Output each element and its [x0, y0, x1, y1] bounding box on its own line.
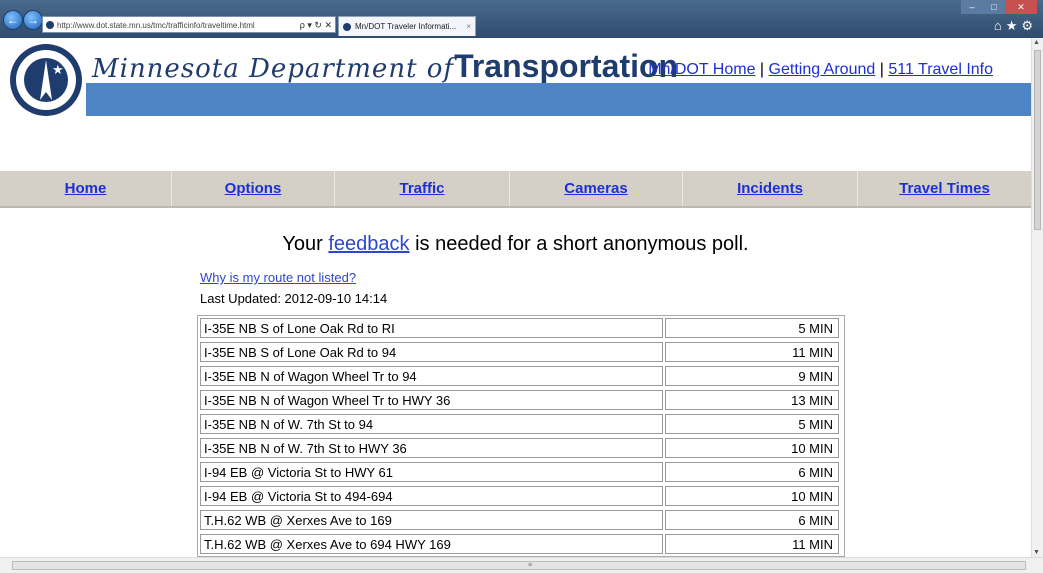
brand-script-text: Minnesota Department of — [92, 54, 455, 84]
address-url: http://www.dot.state.mn.us/tmc/trafficin… — [57, 21, 255, 30]
address-controls[interactable]: ρ ▾ ↻ ✕ — [296, 17, 332, 32]
page-viewport: ★ Minnesota Department ofTransportation … — [0, 38, 1031, 557]
route-name: I-35E NB S of Lone Oak Rd to 94 — [200, 342, 663, 362]
forward-arrow-icon[interactable]: → — [24, 11, 42, 29]
link-511-travel-info[interactable]: 511 Travel Info — [888, 61, 993, 78]
browser-titlebar: ← → http://www.dot.state.mn.us/tmc/traff… — [0, 0, 1043, 38]
table-row: I-35E NB S of Lone Oak Rd to 94 11 MIN — [198, 340, 844, 363]
horizontal-scroll-thumb[interactable]: ≡ — [12, 561, 1026, 570]
maximize-icon[interactable]: □ — [983, 0, 1005, 14]
nav-link-travel-times[interactable]: Travel Times — [899, 180, 990, 197]
poll-prefix: Your — [282, 233, 323, 255]
vertical-scrollbar[interactable]: ▲ ▼ — [1031, 38, 1043, 557]
nav-item-cameras: Cameras — [510, 171, 683, 206]
poll-suffix: is needed for a short anonymous poll. — [415, 233, 749, 255]
settings-gear-icon[interactable]: ⚙ — [1021, 18, 1037, 33]
nav-link-cameras[interactable]: Cameras — [564, 180, 627, 197]
browser-tab[interactable]: Mn/DOT Traveler Informati... × — [338, 16, 476, 36]
main-nav: Home Options Traffic Cameras Incidents T… — [0, 171, 1031, 208]
table-row: I-94 EB @ Victoria St to HWY 61 6 MIN — [198, 460, 844, 483]
link-separator: | — [759, 61, 765, 78]
horizontal-scrollbar[interactable]: ≡ — [0, 557, 1043, 573]
why-route-link[interactable]: Why is my route not listed? — [200, 270, 356, 285]
nav-item-options: Options — [172, 171, 335, 206]
table-row: I-35E NB N of Wagon Wheel Tr to HWY 36 13… — [198, 388, 844, 411]
why-route-not-listed: Why is my route not listed? — [200, 270, 356, 285]
nav-item-incidents: Incidents — [683, 171, 858, 206]
nav-item-traffic: Traffic — [335, 171, 510, 206]
route-travel-time: 11 MIN — [665, 534, 839, 554]
browser-toolbar-icons: ⌂★⚙ — [994, 18, 1037, 34]
route-name: I-94 EB @ Victoria St to HWY 61 — [200, 462, 663, 482]
back-arrow-icon[interactable]: ← — [4, 11, 22, 29]
feedback-link[interactable]: feedback — [328, 233, 409, 255]
nav-item-home: Home — [0, 171, 172, 206]
route-travel-time: 10 MIN — [665, 486, 839, 506]
tab-title: Mn/DOT Traveler Informati... — [355, 22, 457, 31]
header-links: Mn/DOT Home | Getting Around | 511 Trave… — [648, 61, 993, 79]
link-getting-around[interactable]: Getting Around — [769, 61, 876, 78]
route-name: I-35E NB S of Lone Oak Rd to RI — [200, 318, 663, 338]
table-row: I-35E NB S of Lone Oak Rd to RI 5 MIN — [198, 316, 844, 339]
travel-times-table: I-35E NB S of Lone Oak Rd to RI 5 MIN I-35… — [197, 315, 845, 557]
poll-banner: Your feedback is needed for a short anon… — [0, 233, 1031, 256]
brand-bold-text: Transportation — [454, 48, 679, 84]
route-travel-time: 5 MIN — [665, 414, 839, 434]
table-row: I-35E NB N of Wagon Wheel Tr to 94 9 MIN — [198, 364, 844, 387]
link-separator: | — [879, 61, 884, 78]
route-travel-time: 6 MIN — [665, 510, 839, 530]
vertical-scroll-thumb[interactable] — [1034, 50, 1041, 230]
route-name: I-94 EB @ Victoria St to 494-694 — [200, 486, 663, 506]
header-blue-bar — [86, 83, 1031, 116]
route-name: I-35E NB N of Wagon Wheel Tr to HWY 36 — [200, 390, 663, 410]
mndot-logo: ★ — [10, 44, 82, 116]
home-icon[interactable]: ⌂ — [994, 18, 1006, 33]
last-updated: Last Updated: 2012-09-10 14:14 — [200, 291, 388, 306]
site-globe-icon — [46, 21, 54, 29]
address-bar[interactable]: http://www.dot.state.mn.us/tmc/trafficin… — [42, 16, 336, 33]
table-row: I-35E NB N of W. 7th St to 94 5 MIN — [198, 412, 844, 435]
route-name: T.H.62 WB @ Xerxes Ave to 694 HWY 169 — [200, 534, 663, 554]
route-travel-time: 13 MIN — [665, 390, 839, 410]
scroll-down-arrow-icon[interactable]: ▼ — [1033, 549, 1040, 556]
nav-link-home[interactable]: Home — [65, 180, 107, 197]
favorites-star-icon[interactable]: ★ — [1006, 18, 1022, 33]
route-name: I-35E NB N of Wagon Wheel Tr to 94 — [200, 366, 663, 386]
table-row: T.H.62 WB @ Xerxes Ave to 169 6 MIN — [198, 508, 844, 531]
table-row: I-35E NB N of W. 7th St to HWY 36 10 MIN — [198, 436, 844, 459]
nav-link-incidents[interactable]: Incidents — [737, 180, 803, 197]
minimize-icon[interactable]: – — [961, 0, 983, 14]
nav-link-traffic[interactable]: Traffic — [399, 180, 444, 197]
tab-close-icon[interactable]: × — [466, 17, 471, 36]
tab-favicon-icon — [343, 23, 351, 31]
route-travel-time: 6 MIN — [665, 462, 839, 482]
link-mndot-home[interactable]: Mn/DOT Home — [648, 61, 755, 78]
route-name: T.H.62 WB @ Xerxes Ave to 169 — [200, 510, 663, 530]
route-name: I-35E NB N of W. 7th St to 94 — [200, 414, 663, 434]
table-row: T.H.62 WB @ Xerxes Ave to 694 HWY 169 11 … — [198, 532, 844, 555]
star-icon: ★ — [52, 62, 64, 77]
window-controls: – □ ✕ — [961, 0, 1037, 14]
nav-item-travel-times: Travel Times — [858, 171, 1031, 206]
route-name: I-35E NB N of W. 7th St to HWY 36 — [200, 438, 663, 458]
route-travel-time: 9 MIN — [665, 366, 839, 386]
route-travel-time: 5 MIN — [665, 318, 839, 338]
close-icon[interactable]: ✕ — [1005, 0, 1037, 14]
site-brand: Minnesota Department ofTransportation — [92, 48, 678, 85]
scroll-up-arrow-icon[interactable]: ▲ — [1033, 39, 1040, 46]
route-travel-time: 10 MIN — [665, 438, 839, 458]
table-row: I-94 EB @ Victoria St to 494-694 10 MIN — [198, 484, 844, 507]
nav-link-options[interactable]: Options — [225, 180, 282, 197]
route-travel-time: 11 MIN — [665, 342, 839, 362]
